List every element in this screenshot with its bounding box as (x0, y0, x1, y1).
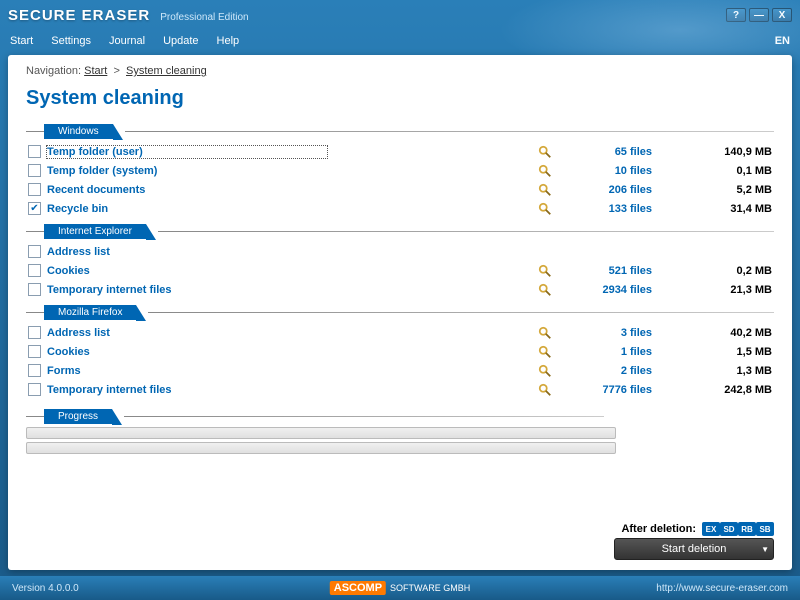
checkbox[interactable] (28, 183, 41, 196)
files-count: 521 files (552, 265, 682, 277)
app-edition: Professional Edition (160, 12, 248, 23)
magnify-icon[interactable] (538, 345, 552, 359)
checkbox[interactable]: ✔ (28, 202, 41, 215)
titlebar: SECURE ERASER Professional Edition ? — X (0, 0, 800, 30)
files-count: 206 files (552, 184, 682, 196)
list-item: Cookies 1 files1,5 MB (26, 342, 774, 361)
row-label[interactable]: Recycle bin (47, 203, 327, 215)
checkbox[interactable] (28, 245, 41, 258)
size-value: 0,1 MB (682, 165, 772, 177)
size-value: 40,2 MB (682, 327, 772, 339)
checkbox[interactable] (28, 264, 41, 277)
list-item: ✔ Recycle bin 133 files31,4 MB (26, 199, 774, 218)
checkbox[interactable] (28, 145, 41, 158)
section-tab: Windows (44, 124, 113, 139)
size-value: 242,8 MB (682, 384, 772, 396)
magnify-icon[interactable] (538, 145, 552, 159)
main-panel: Navigation: Start > System cleaning Syst… (8, 55, 792, 570)
checkbox[interactable] (28, 164, 41, 177)
after-deletion-badge-sd[interactable]: SD (720, 522, 738, 536)
list-item: Recent documents 206 files5,2 MB (26, 180, 774, 199)
menu-item-journal[interactable]: Journal (109, 35, 145, 47)
website-link[interactable]: http://www.secure-eraser.com (656, 583, 788, 594)
magnify-icon[interactable] (538, 283, 552, 297)
magnify-icon[interactable] (538, 164, 552, 178)
list-item: Forms 2 files1,3 MB (26, 361, 774, 380)
list-item: Temp folder (user) 65 files140,9 MB (26, 142, 774, 161)
row-label[interactable]: Temp folder (user) (47, 146, 327, 158)
menu-item-settings[interactable]: Settings (51, 35, 91, 47)
version-label: Version 4.0.0.0 (12, 583, 79, 594)
checkbox[interactable] (28, 283, 41, 296)
row-label[interactable]: Cookies (47, 265, 327, 277)
checkbox[interactable] (28, 345, 41, 358)
files-count: 1 files (552, 346, 682, 358)
list-item: Address list 3 files40,2 MB (26, 323, 774, 342)
size-value: 140,9 MB (682, 146, 772, 158)
chevron-down-icon[interactable]: ▼ (761, 545, 769, 554)
size-value: 5,2 MB (682, 184, 772, 196)
menubar: Start Settings Journal Update Help EN (0, 30, 800, 52)
row-label[interactable]: Temporary internet files (47, 284, 327, 296)
magnify-icon[interactable] (538, 202, 552, 216)
section-tab: Internet Explorer (44, 224, 146, 239)
magnify-icon[interactable] (538, 264, 552, 278)
magnify-icon (538, 245, 552, 259)
files-count: 10 files (552, 165, 682, 177)
size-value: 31,4 MB (682, 203, 772, 215)
files-count: 2 files (552, 365, 682, 377)
size-value: 0,2 MB (682, 265, 772, 277)
language-selector[interactable]: EN (775, 35, 790, 47)
magnify-icon[interactable] (538, 383, 552, 397)
after-deletion-badge-ex[interactable]: EX (702, 522, 720, 536)
list-item: Address list (26, 242, 774, 261)
breadcrumb-link-start[interactable]: Start (84, 65, 107, 77)
list-item: Temporary internet files 7776 files242,8 … (26, 380, 774, 399)
list-item: Temporary internet files 2934 files21,3 M… (26, 280, 774, 299)
progress-bar-1 (26, 427, 616, 439)
breadcrumb-link-current[interactable]: System cleaning (126, 65, 207, 77)
brand-logo: ASCOMP SOFTWARE GMBH (330, 581, 470, 595)
row-label[interactable]: Temporary internet files (47, 384, 327, 396)
menu-item-help[interactable]: Help (217, 35, 240, 47)
files-count: 7776 files (552, 384, 682, 396)
size-value: 1,3 MB (682, 365, 772, 377)
row-label[interactable]: Cookies (47, 346, 327, 358)
magnify-icon[interactable] (538, 326, 552, 340)
progress-bar-2 (26, 442, 616, 454)
start-deletion-button[interactable]: Start deletion ▼ (614, 538, 774, 560)
minimize-button[interactable]: — (749, 8, 769, 22)
statusbar: Version 4.0.0.0 ASCOMP SOFTWARE GMBH htt… (0, 576, 800, 600)
row-label[interactable]: Forms (47, 365, 327, 377)
close-button[interactable]: X (772, 8, 792, 22)
after-deletion-options: After deletion: EXSDRBSB (621, 522, 774, 536)
checkbox[interactable] (28, 364, 41, 377)
app-title: SECURE ERASER (8, 7, 150, 24)
size-value: 21,3 MB (682, 284, 772, 296)
checkbox[interactable] (28, 326, 41, 339)
row-label[interactable]: Recent documents (47, 184, 327, 196)
breadcrumb: Navigation: Start > System cleaning (26, 65, 774, 77)
progress-section-tab: Progress (44, 409, 112, 424)
magnify-icon[interactable] (538, 183, 552, 197)
size-value: 1,5 MB (682, 346, 772, 358)
row-label[interactable]: Address list (47, 327, 327, 339)
checkbox[interactable] (28, 383, 41, 396)
files-count: 2934 files (552, 284, 682, 296)
page-title: System cleaning (26, 87, 774, 110)
list-item: Cookies 521 files0,2 MB (26, 261, 774, 280)
section-tab: Mozilla Firefox (44, 305, 136, 320)
after-deletion-badge-rb[interactable]: RB (738, 522, 756, 536)
files-count: 3 files (552, 327, 682, 339)
files-count: 133 files (552, 203, 682, 215)
files-count: 65 files (552, 146, 682, 158)
row-label[interactable]: Temp folder (system) (47, 165, 327, 177)
magnify-icon[interactable] (538, 364, 552, 378)
after-deletion-badge-sb[interactable]: SB (756, 522, 774, 536)
menu-item-update[interactable]: Update (163, 35, 198, 47)
list-item: Temp folder (system) 10 files0,1 MB (26, 161, 774, 180)
row-label[interactable]: Address list (47, 246, 327, 258)
help-button[interactable]: ? (726, 8, 746, 22)
menu-item-start[interactable]: Start (10, 35, 33, 47)
